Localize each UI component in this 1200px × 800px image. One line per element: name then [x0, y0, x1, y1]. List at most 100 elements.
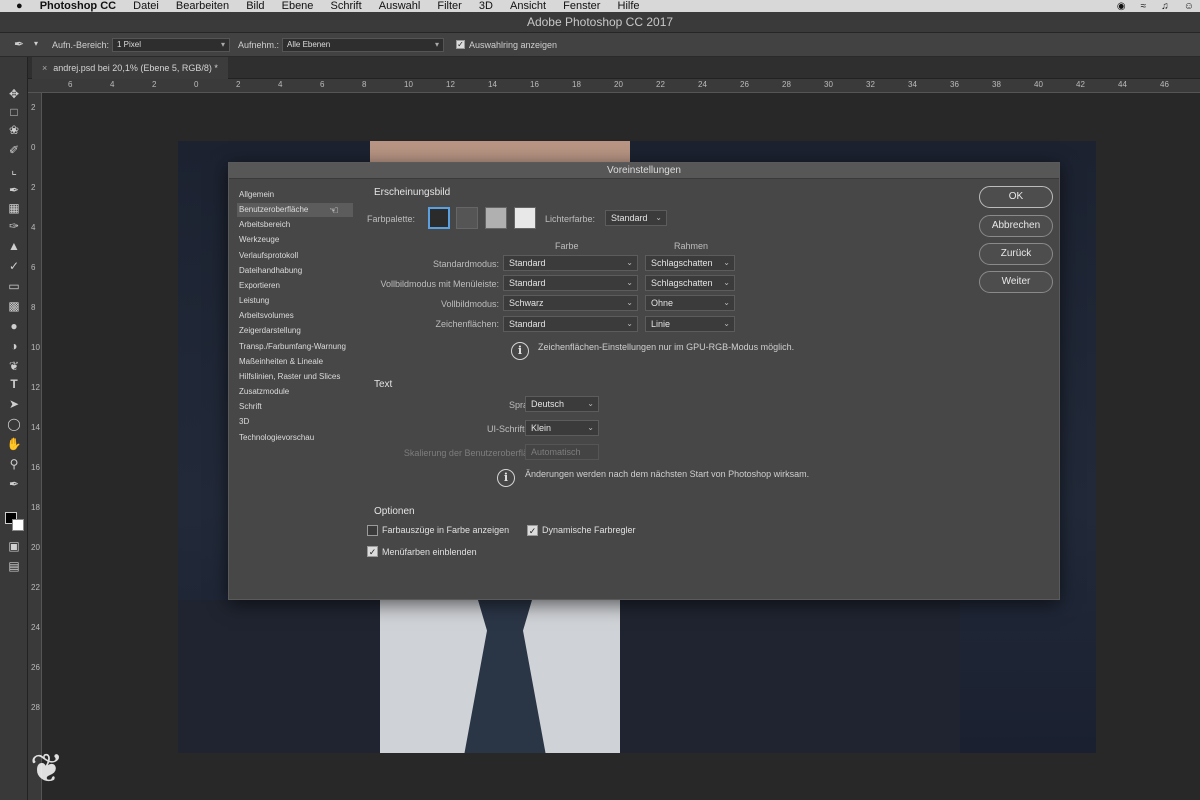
eyedropper-tool-icon[interactable]: ✒: [14, 37, 24, 51]
artboards-frame-select[interactable]: Linie ⌄: [645, 316, 735, 332]
color-channels-checkbox[interactable]: [367, 525, 378, 536]
nav-item-plugins[interactable]: Zusatzmodule: [237, 385, 353, 399]
language-select[interactable]: Deutsch ⌄: [525, 396, 599, 412]
sample-layers-select[interactable]: Alle Ebenen ▾: [282, 38, 444, 52]
nav-item-performance[interactable]: Leistung: [237, 294, 353, 308]
nav-item-tools[interactable]: Werkzeuge: [237, 233, 353, 247]
menu-colors-label: Menüfarben einblenden: [382, 547, 477, 557]
eraser-tool-icon[interactable]: ▭: [4, 277, 24, 295]
wifi-icon[interactable]: ≈: [1141, 1, 1147, 12]
path-select-tool-icon[interactable]: ➤: [4, 395, 24, 413]
nav-item-history[interactable]: Verlaufsprotokoll: [237, 249, 353, 263]
crop-tool-icon[interactable]: ⌞: [4, 161, 24, 179]
menu-hilfe[interactable]: Hilfe: [618, 0, 640, 12]
ui-scaling-select: Automatisch: [525, 444, 599, 460]
theme-swatch-light[interactable]: [485, 207, 507, 229]
nav-item-type[interactable]: Schrift: [237, 400, 353, 414]
nav-item-tech-previews[interactable]: Technologievorschau: [237, 431, 353, 445]
gradient-tool-icon[interactable]: ▩: [4, 297, 24, 315]
lasso-tool-icon[interactable]: ❀: [4, 121, 24, 139]
show-ring-label: Auswahlring anzeigen: [469, 40, 558, 50]
brush-tool-icon[interactable]: ✑: [4, 217, 24, 235]
menu-datei[interactable]: Datei: [133, 0, 159, 12]
quick-mask-icon[interactable]: ▣: [4, 537, 24, 555]
fullscreen-color-select[interactable]: Schwarz ⌄: [503, 295, 638, 311]
history-brush-tool-icon[interactable]: ✓: [4, 257, 24, 275]
background-color-swatch[interactable]: [12, 519, 24, 531]
pen-tool-icon[interactable]: ❦: [4, 357, 24, 375]
nav-item-3d[interactable]: 3D: [237, 415, 353, 429]
menu-3d[interactable]: 3D: [479, 0, 493, 12]
nav-item-interface[interactable]: Benutzeroberfläche ☜: [237, 203, 353, 217]
nav-item-workspace[interactable]: Arbeitsbereich: [237, 218, 353, 232]
ellipse-tool-icon[interactable]: ◯: [4, 415, 24, 433]
fullscreen-mode-label: Vollbildmodus:: [440, 299, 499, 309]
move-tool-icon[interactable]: ✥: [4, 85, 24, 103]
fullscreen-frame-select[interactable]: Ohne ⌄: [645, 295, 735, 311]
screen-mode-icon[interactable]: ▤: [4, 557, 24, 575]
nav-item-transparency[interactable]: Transp./Farbumfang-Warnung: [237, 340, 353, 354]
ruler-tick-label: 28: [31, 703, 40, 712]
menu-auswahl[interactable]: Auswahl: [379, 0, 421, 12]
marquee-tool-icon[interactable]: □: [4, 103, 24, 121]
type-tool-icon[interactable]: T: [4, 375, 24, 393]
back-button[interactable]: Zurück: [979, 243, 1053, 265]
menu-ebene[interactable]: Ebene: [282, 0, 314, 12]
ruler-tick-label: 2: [31, 103, 36, 112]
nav-item-units[interactable]: Maßeinheiten & Lineale: [237, 355, 353, 369]
nav-item-export[interactable]: Exportieren: [237, 279, 353, 293]
cancel-button[interactable]: Abbrechen: [979, 215, 1053, 237]
menu-ansicht[interactable]: Ansicht: [510, 0, 546, 12]
standard-mode-frame-select[interactable]: Schlagschatten ⌄: [645, 255, 735, 271]
theme-swatch-lightest[interactable]: [514, 207, 536, 229]
menu-schrift[interactable]: Schrift: [330, 0, 361, 12]
theme-swatch-darkest[interactable]: [428, 207, 450, 229]
blur-tool-icon[interactable]: ●: [4, 317, 24, 335]
standard-mode-color-select[interactable]: Standard ⌄: [503, 255, 638, 271]
stamp-tool-icon[interactable]: ▲: [4, 237, 24, 255]
user-icon[interactable]: ☺: [1184, 1, 1194, 12]
volume-icon[interactable]: ♫: [1161, 1, 1169, 12]
ui-font-size-select[interactable]: Klein ⌄: [525, 420, 599, 436]
record-icon[interactable]: ◉: [1117, 1, 1126, 12]
nav-item-scratch-disks[interactable]: Arbeitsvolumes: [237, 309, 353, 323]
fullscreen-menu-frame-select[interactable]: Schlagschatten ⌄: [645, 275, 735, 291]
document-tab[interactable]: × andrej.psd bei 20,1% (Ebene 5, RGB/8) *: [32, 57, 228, 79]
eyedropper-tool-icon[interactable]: ✒: [4, 181, 24, 199]
menu-bearbeiten[interactable]: Bearbeiten: [176, 0, 229, 12]
highlight-color-label: Lichterfarbe:: [545, 214, 596, 224]
horizontal-ruler[interactable]: 6 4 2 0 2 4 6 8 10 12 14 16 18 20 22 24 26 28 30 32 34 36 38 40…: [28, 79, 1200, 93]
menu-filter[interactable]: Filter: [437, 0, 461, 12]
eyedropper-small-icon[interactable]: ✒: [4, 475, 24, 493]
menu-colors-checkbox[interactable]: ✓: [367, 546, 378, 557]
menu-bild[interactable]: Bild: [246, 0, 264, 12]
ok-button[interactable]: OK: [979, 186, 1053, 208]
dodge-tool-icon[interactable]: ◑: [4, 337, 24, 355]
dynamic-sliders-checkbox[interactable]: ✓: [527, 525, 538, 536]
ruler-tick-label: 0: [31, 143, 36, 152]
apple-menu-icon[interactable]: ●: [16, 0, 23, 12]
chevron-down-icon: ▾: [220, 40, 225, 49]
chevron-down-icon: ⌄: [723, 258, 730, 267]
fullscreen-menu-color-select[interactable]: Standard ⌄: [503, 275, 638, 291]
show-ring-checkbox[interactable]: ✓: [456, 40, 465, 49]
vertical-ruler[interactable]: 2 0 2 4 6 8 10 12 14 16 18 20 22 24 26 28: [28, 93, 42, 800]
next-button[interactable]: Weiter: [979, 271, 1053, 293]
sample-size-select[interactable]: 1 Pixel ▾: [112, 38, 230, 52]
nav-item-general[interactable]: Allgemein: [237, 188, 353, 202]
zoom-tool-icon[interactable]: ⚲: [4, 455, 24, 473]
artboards-color-select[interactable]: Standard ⌄: [503, 316, 638, 332]
nav-item-guides[interactable]: Hilfslinien, Raster und Slices: [237, 370, 353, 384]
chevron-down-icon[interactable]: ▾: [34, 39, 38, 48]
nav-item-cursors[interactable]: Zeigerdarstellung: [237, 324, 353, 338]
healing-tool-icon[interactable]: ▦: [4, 199, 24, 217]
app-menu[interactable]: Photoshop CC: [40, 0, 116, 12]
nav-item-file-handling[interactable]: Dateihandhabung: [237, 264, 353, 278]
highlight-color-select[interactable]: Standard ⌄: [605, 210, 667, 226]
close-icon[interactable]: ×: [42, 63, 47, 73]
ruler-tick-label: 4: [110, 80, 115, 89]
hand-tool-icon[interactable]: ✋: [4, 435, 24, 453]
quick-select-tool-icon[interactable]: ✐: [4, 141, 24, 159]
theme-swatch-dark[interactable]: [456, 207, 478, 229]
menu-fenster[interactable]: Fenster: [563, 0, 600, 12]
